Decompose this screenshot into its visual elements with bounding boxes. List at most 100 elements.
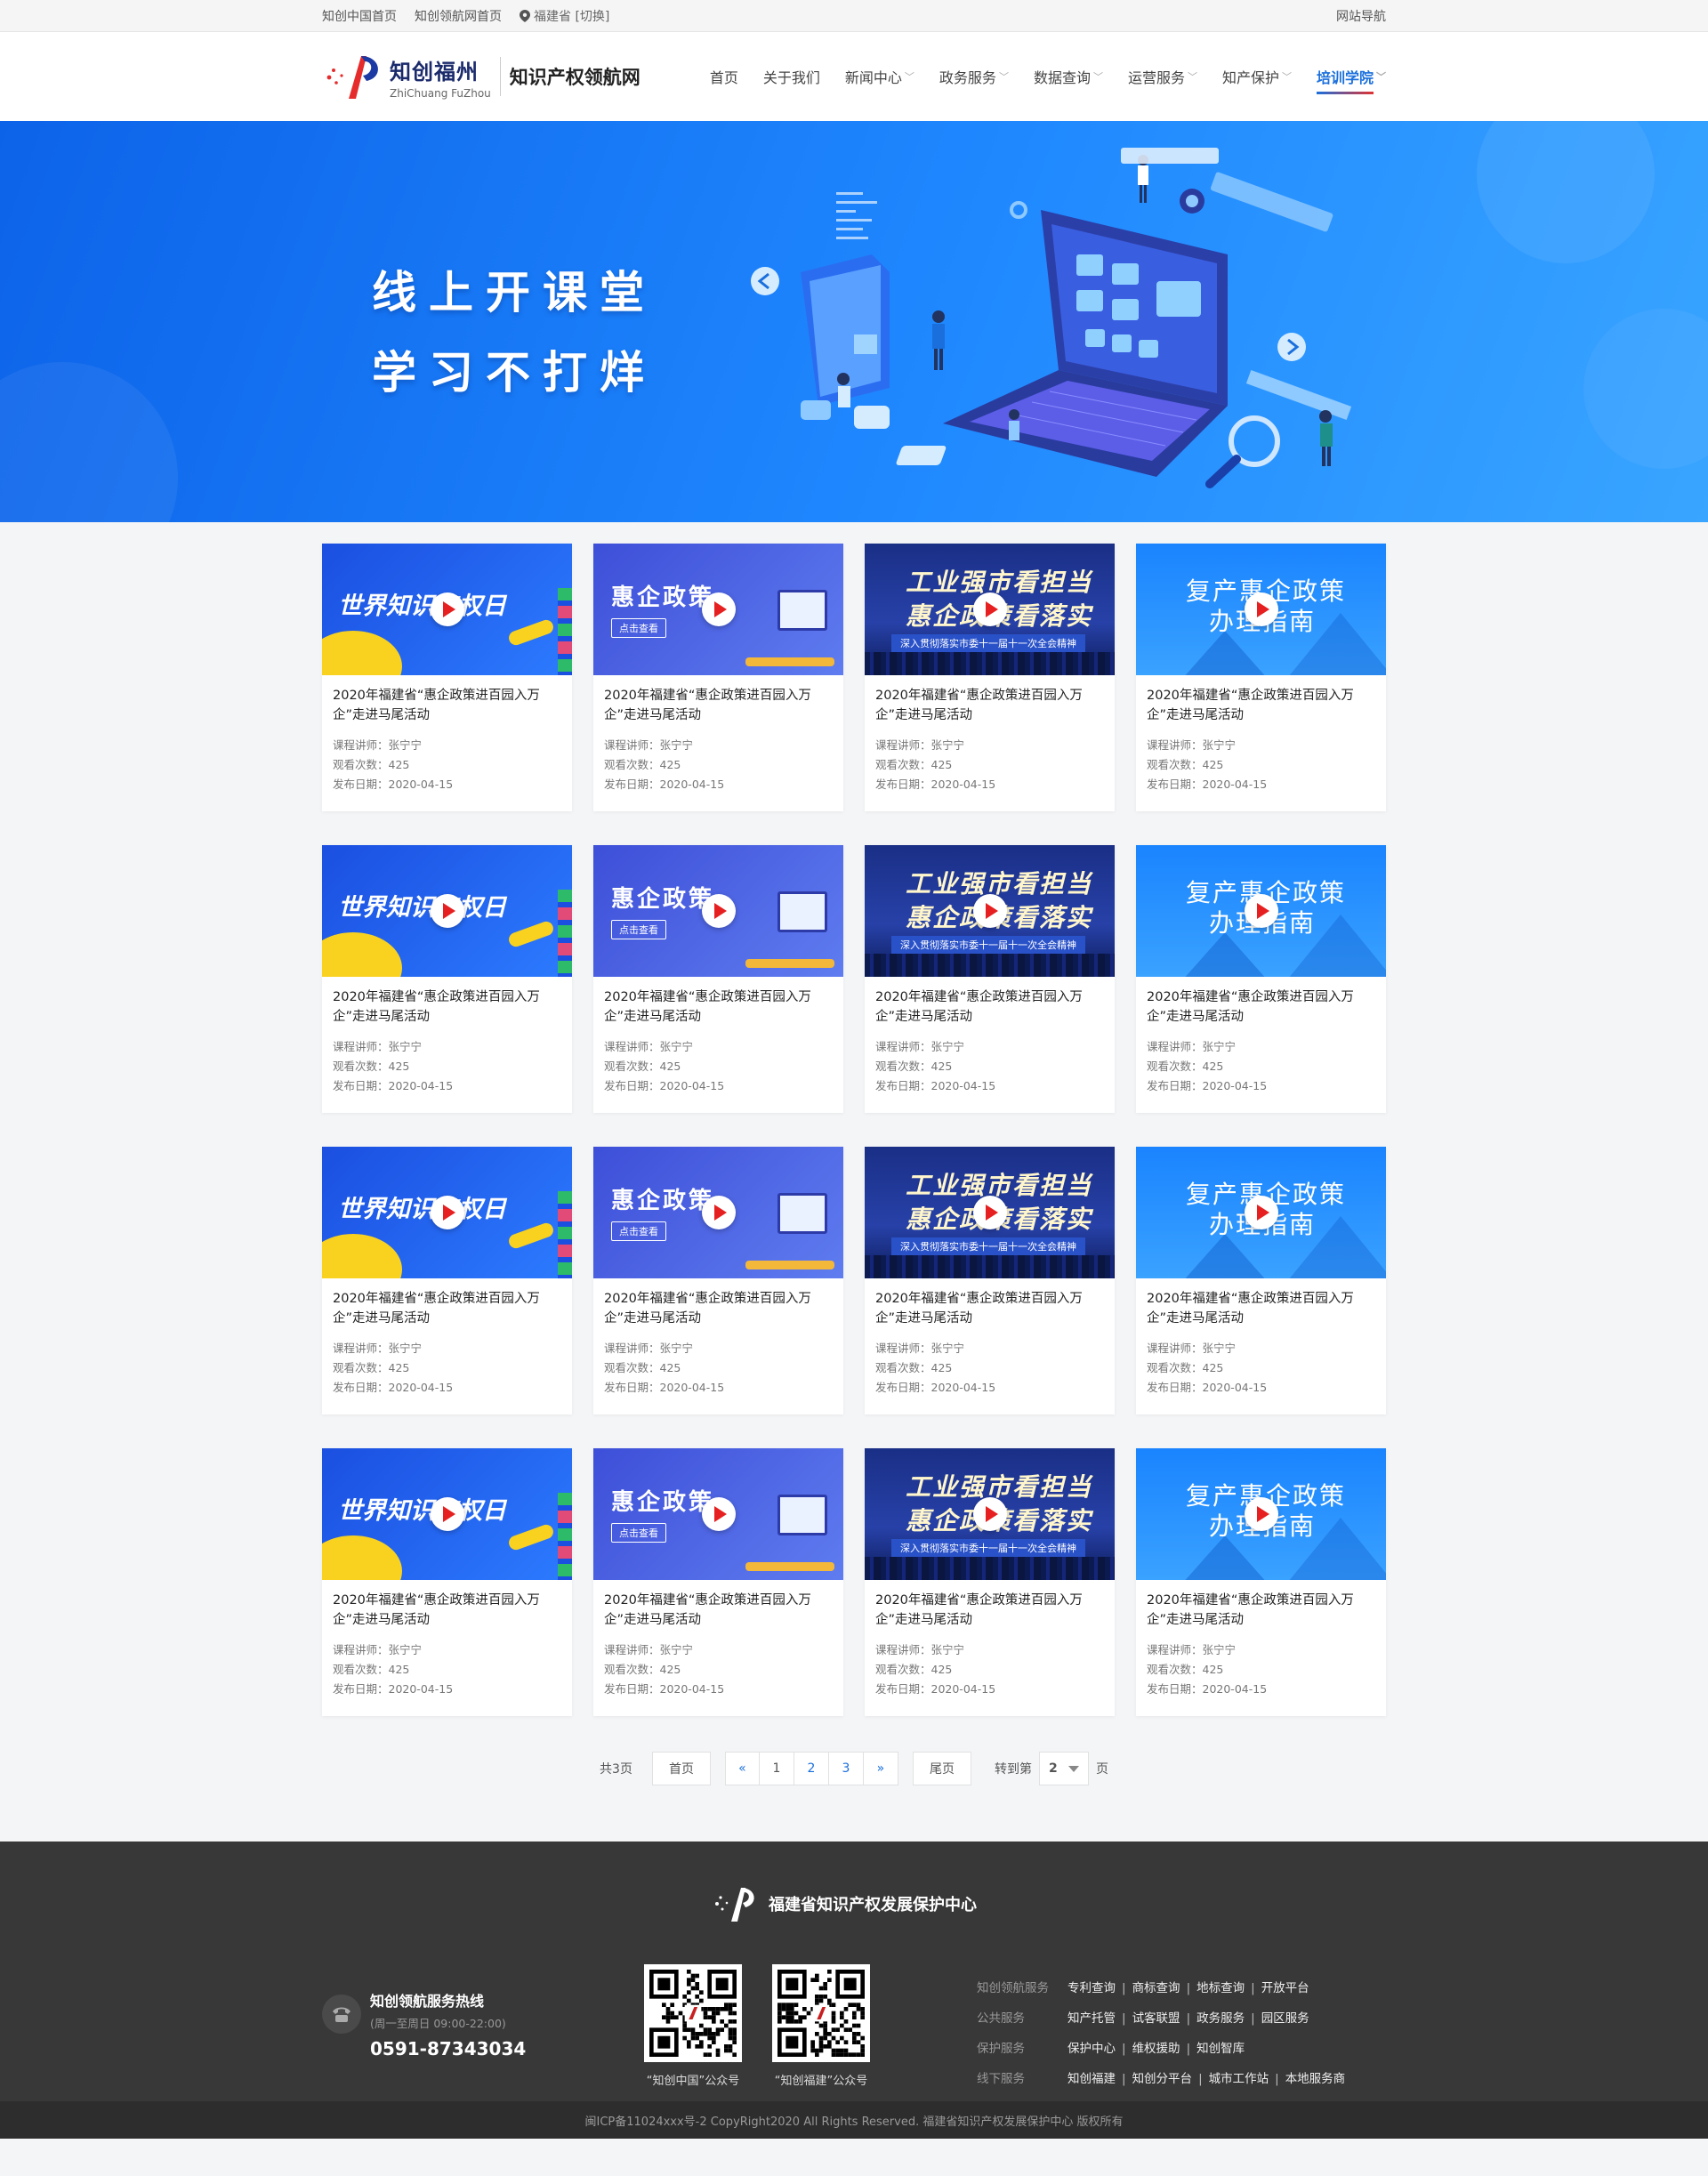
nav-item-data-query[interactable]: 数据查询 ﹀: [1034, 59, 1103, 94]
page-button-3[interactable]: 3: [828, 1752, 864, 1785]
course-thumbnail[interactable]: 复产惠企政策 办理指南: [1136, 1448, 1386, 1580]
footer-link[interactable]: 城市工作站: [1209, 2072, 1269, 2086]
course-card[interactable]: 复产惠企政策 办理指南 2020年福建省“惠企政策进百园入万企”走进马尾活动 课…: [1136, 1147, 1386, 1414]
course-title[interactable]: 2020年福建省“惠企政策进百园入万企”走进马尾活动: [322, 977, 572, 1032]
nav-item-about[interactable]: 关于我们: [763, 59, 820, 94]
course-thumbnail[interactable]: 惠企政策 点击查看: [593, 544, 843, 675]
course-thumbnail[interactable]: 惠企政策 点击查看: [593, 845, 843, 977]
course-thumbnail[interactable]: 工业强市看担当 惠企政策看落实 深入贯彻落实市委十一届十一次全会精神: [865, 845, 1115, 977]
play-icon[interactable]: [701, 1196, 736, 1229]
course-thumbnail[interactable]: 世界知识产权日: [322, 845, 572, 977]
course-card[interactable]: 世界知识产权日 2020年福建省“惠企政策进百园入万企”走进马尾活动 课程讲师：…: [322, 544, 572, 811]
play-icon[interactable]: [972, 592, 1007, 626]
play-icon[interactable]: [1244, 1196, 1278, 1229]
site-logo[interactable]: 知创福州 ZhiChuang FuZhou 知识产权领航网: [322, 51, 640, 102]
course-thumbnail[interactable]: 工业强市看担当 惠企政策看落实 深入贯彻落实市委十一届十一次全会精神: [865, 1147, 1115, 1278]
course-thumbnail[interactable]: 惠企政策 点击查看: [593, 1448, 843, 1580]
course-title[interactable]: 2020年福建省“惠企政策进百园入万企”走进马尾活动: [322, 1580, 572, 1635]
sitemap-link[interactable]: 网站导航: [1336, 7, 1386, 25]
course-thumbnail[interactable]: 世界知识产权日: [322, 1448, 572, 1580]
course-title[interactable]: 2020年福建省“惠企政策进百园入万企”走进马尾活动: [1136, 977, 1386, 1032]
play-icon[interactable]: [1244, 894, 1278, 928]
course-card[interactable]: 惠企政策 点击查看 2020年福建省“惠企政策进百园入万企”走进马尾活动 课程讲…: [593, 1147, 843, 1414]
page-button-1[interactable]: 1: [759, 1752, 794, 1785]
course-card[interactable]: 复产惠企政策 办理指南 2020年福建省“惠企政策进百园入万企”走进马尾活动 课…: [1136, 544, 1386, 811]
page-button-2[interactable]: 2: [794, 1752, 829, 1785]
play-icon[interactable]: [430, 894, 464, 928]
course-card[interactable]: 惠企政策 点击查看 2020年福建省“惠企政策进百园入万企”走进马尾活动 课程讲…: [593, 544, 843, 811]
next-page-button[interactable]: »: [863, 1752, 898, 1785]
course-title[interactable]: 2020年福建省“惠企政策进百园入万企”走进马尾活动: [865, 1580, 1115, 1635]
footer-link[interactable]: 商标查询: [1132, 1981, 1180, 1995]
nav-item-gov-services[interactable]: 政务服务 ﹀: [939, 59, 1009, 94]
course-title[interactable]: 2020年福建省“惠企政策进百园入万企”走进马尾活动: [322, 675, 572, 730]
play-icon[interactable]: [972, 1497, 1007, 1531]
page-select[interactable]: 2: [1038, 1752, 1089, 1785]
footer-link[interactable]: 知创福建: [1068, 2072, 1116, 2086]
play-icon[interactable]: [1244, 1497, 1278, 1531]
course-thumbnail[interactable]: 世界知识产权日: [322, 1147, 572, 1278]
course-thumbnail[interactable]: 世界知识产权日: [322, 544, 572, 675]
course-title[interactable]: 2020年福建省“惠企政策进百园入万企”走进马尾活动: [865, 675, 1115, 730]
course-thumbnail[interactable]: 复产惠企政策 办理指南: [1136, 1147, 1386, 1278]
course-card[interactable]: 复产惠企政策 办理指南 2020年福建省“惠企政策进百园入万企”走进马尾活动 课…: [1136, 1448, 1386, 1716]
prev-page-button[interactable]: «: [724, 1752, 760, 1785]
footer-link[interactable]: 知创智库: [1196, 2042, 1245, 2056]
first-page-button[interactable]: 首页: [651, 1752, 711, 1785]
footer-link[interactable]: 政务服务: [1196, 2011, 1245, 2026]
footer-link[interactable]: 保护中心: [1068, 2042, 1116, 2056]
play-icon[interactable]: [430, 1497, 464, 1531]
course-title[interactable]: 2020年福建省“惠企政策进百园入万企”走进马尾活动: [593, 977, 843, 1032]
play-icon[interactable]: [972, 1196, 1007, 1229]
course-title[interactable]: 2020年福建省“惠企政策进百园入万企”走进马尾活动: [1136, 1580, 1386, 1635]
course-title[interactable]: 2020年福建省“惠企政策进百园入万企”走进马尾活动: [1136, 1278, 1386, 1334]
footer-link[interactable]: 园区服务: [1261, 2011, 1309, 2026]
course-title[interactable]: 2020年福建省“惠企政策进百园入万企”走进马尾活动: [593, 1278, 843, 1334]
course-title[interactable]: 2020年福建省“惠企政策进百园入万企”走进马尾活动: [593, 675, 843, 730]
course-card[interactable]: 工业强市看担当 惠企政策看落实 深入贯彻落实市委十一届十一次全会精神 2020年…: [865, 544, 1115, 811]
course-title[interactable]: 2020年福建省“惠企政策进百园入万企”走进马尾活动: [865, 977, 1115, 1032]
play-icon[interactable]: [701, 1497, 736, 1531]
nav-item-news[interactable]: 新闻中心 ﹀: [845, 59, 914, 94]
course-card[interactable]: 世界知识产权日 2020年福建省“惠企政策进百园入万企”走进马尾活动 课程讲师：…: [322, 845, 572, 1113]
course-title[interactable]: 2020年福建省“惠企政策进百园入万企”走进马尾活动: [322, 1278, 572, 1334]
play-icon[interactable]: [430, 1196, 464, 1229]
course-title[interactable]: 2020年福建省“惠企政策进百园入万企”走进马尾活动: [865, 1278, 1115, 1334]
footer-link[interactable]: 专利查询: [1068, 1981, 1116, 1995]
course-thumbnail[interactable]: 工业强市看担当 惠企政策看落实 深入贯彻落实市委十一届十一次全会精神: [865, 1448, 1115, 1580]
topbar-link-navigator-home[interactable]: 知创领航网首页: [415, 7, 502, 25]
footer-link[interactable]: 地标查询: [1196, 1981, 1245, 1995]
course-card[interactable]: 世界知识产权日 2020年福建省“惠企政策进百园入万企”走进马尾活动 课程讲师：…: [322, 1147, 572, 1414]
footer-link[interactable]: 本地服务商: [1285, 2072, 1346, 2086]
course-card[interactable]: 复产惠企政策 办理指南 2020年福建省“惠企政策进百园入万企”走进马尾活动 课…: [1136, 845, 1386, 1113]
footer-link[interactable]: 知创分平台: [1132, 2072, 1193, 2086]
location-switch[interactable]: 福建省 [切换]: [520, 7, 609, 25]
course-thumbnail[interactable]: 复产惠企政策 办理指南: [1136, 544, 1386, 675]
play-icon[interactable]: [1244, 592, 1278, 626]
course-thumbnail[interactable]: 惠企政策 点击查看: [593, 1147, 843, 1278]
course-card[interactable]: 工业强市看担当 惠企政策看落实 深入贯彻落实市委十一届十一次全会精神 2020年…: [865, 1147, 1115, 1414]
footer-link[interactable]: 开放平台: [1261, 1981, 1309, 1995]
play-icon[interactable]: [701, 592, 736, 626]
nav-item-ip-protection[interactable]: 知产保护 ﹀: [1222, 59, 1292, 94]
topbar-link-zhichuang-china[interactable]: 知创中国首页: [322, 7, 397, 25]
play-icon[interactable]: [972, 894, 1007, 928]
play-icon[interactable]: [701, 894, 736, 928]
course-thumbnail[interactable]: 复产惠企政策 办理指南: [1136, 845, 1386, 977]
course-title[interactable]: 2020年福建省“惠企政策进百园入万企”走进马尾活动: [1136, 675, 1386, 730]
course-card[interactable]: 惠企政策 点击查看 2020年福建省“惠企政策进百园入万企”走进马尾活动 课程讲…: [593, 845, 843, 1113]
last-page-button[interactable]: 尾页: [912, 1752, 971, 1785]
course-title[interactable]: 2020年福建省“惠企政策进百园入万企”走进马尾活动: [593, 1580, 843, 1635]
course-card[interactable]: 工业强市看担当 惠企政策看落实 深入贯彻落实市委十一届十一次全会精神 2020年…: [865, 845, 1115, 1113]
footer-link[interactable]: 知产托管: [1068, 2011, 1116, 2026]
course-card[interactable]: 惠企政策 点击查看 2020年福建省“惠企政策进百园入万企”走进马尾活动 课程讲…: [593, 1448, 843, 1716]
course-thumbnail[interactable]: 工业强市看担当 惠企政策看落实 深入贯彻落实市委十一届十一次全会精神: [865, 544, 1115, 675]
nav-item-home[interactable]: 首页: [710, 59, 738, 94]
footer-link[interactable]: 维权援助: [1132, 2042, 1180, 2056]
course-card[interactable]: 世界知识产权日 2020年福建省“惠企政策进百园入万企”走进马尾活动 课程讲师：…: [322, 1448, 572, 1716]
nav-item-training[interactable]: 培训学院 ﹀: [1316, 59, 1386, 94]
play-icon[interactable]: [430, 592, 464, 626]
course-card[interactable]: 工业强市看担当 惠企政策看落实 深入贯彻落实市委十一届十一次全会精神 2020年…: [865, 1448, 1115, 1716]
footer-link[interactable]: 试客联盟: [1132, 2011, 1180, 2026]
nav-item-operation[interactable]: 运营服务 ﹀: [1128, 59, 1197, 94]
